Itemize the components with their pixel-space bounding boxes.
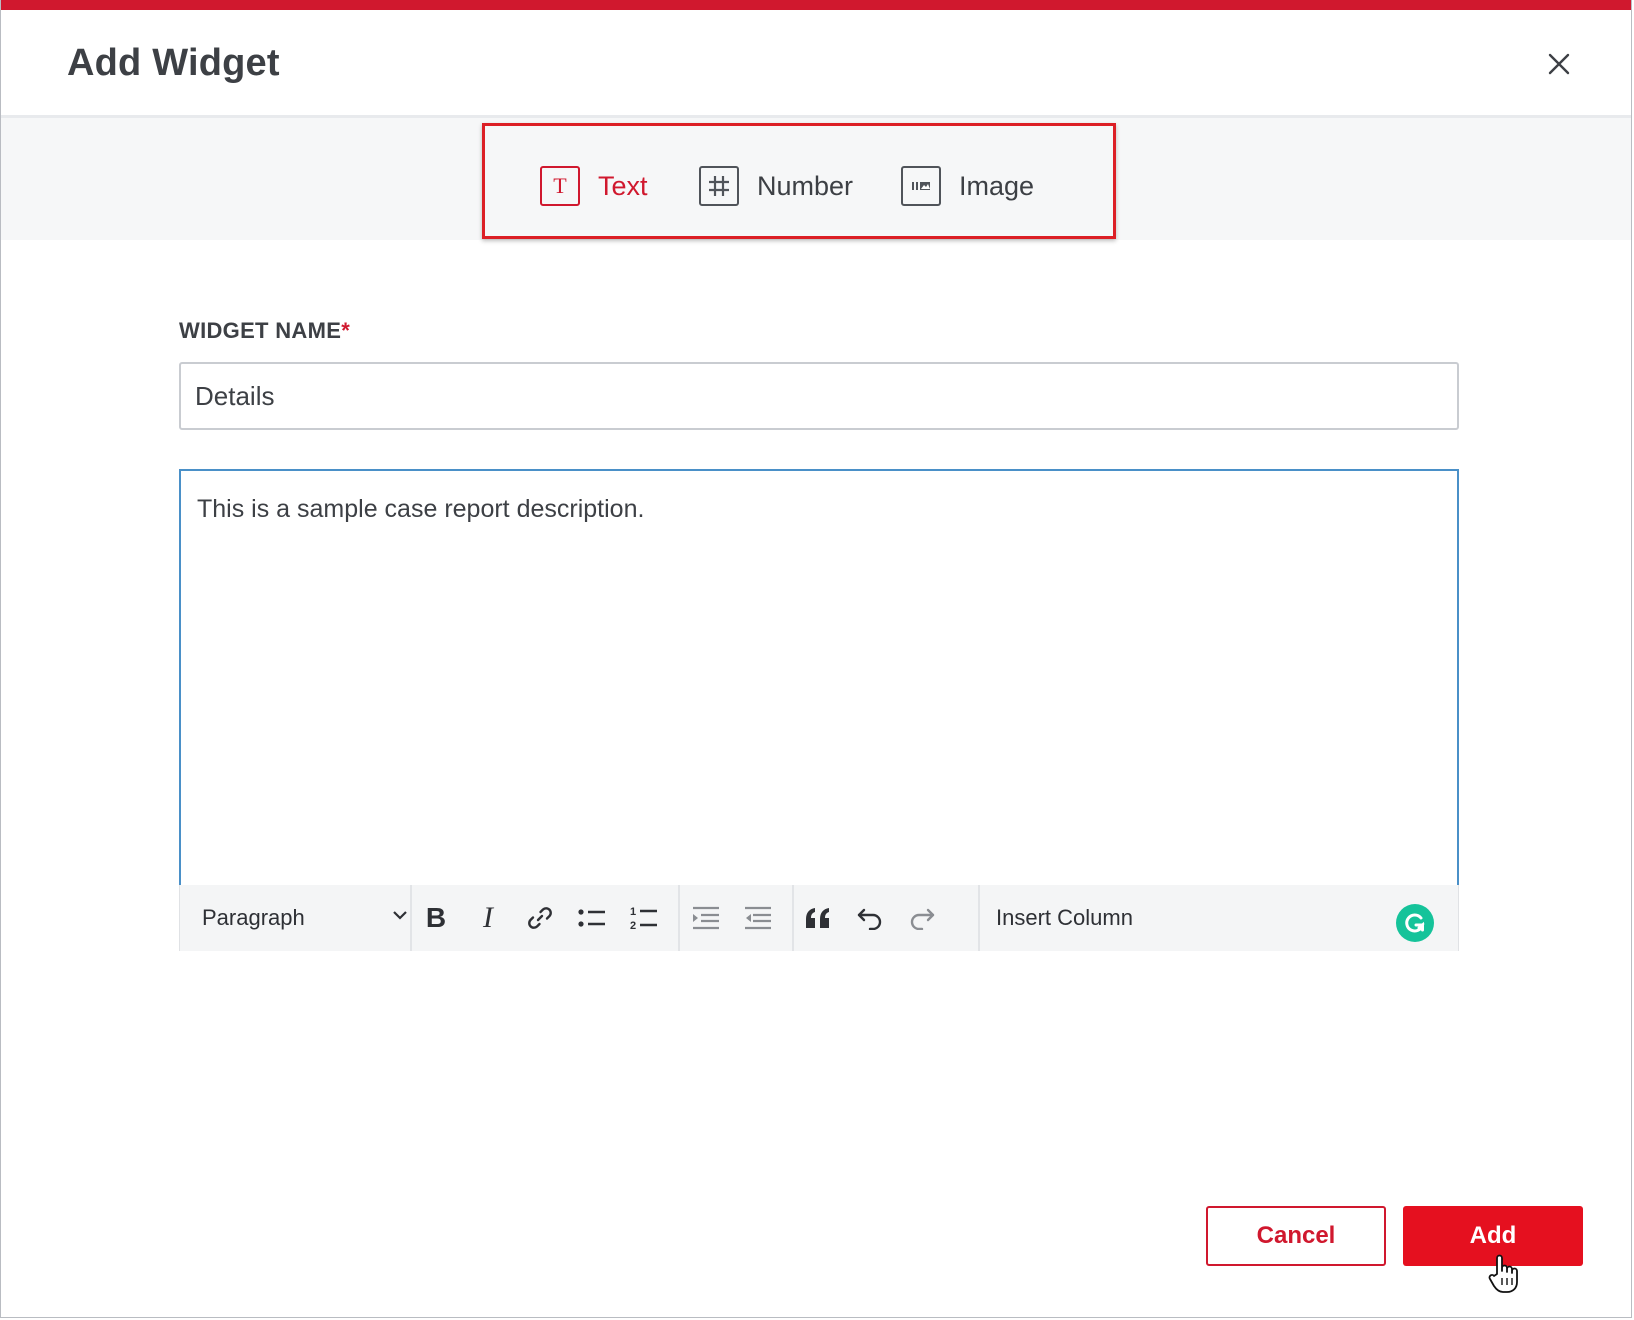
redo-button[interactable]: [902, 898, 942, 938]
hand-cursor-icon: [1488, 1254, 1518, 1293]
redo-icon: [910, 908, 935, 930]
indent-icon: [745, 906, 771, 930]
chevron-down-icon: [393, 911, 407, 920]
widget-type-number[interactable]: Number: [699, 166, 853, 206]
outdent-icon: [693, 906, 719, 930]
insert-column-button[interactable]: Insert Column: [996, 905, 1133, 931]
italic-icon: I: [483, 901, 493, 934]
toolbar-divider: [410, 885, 412, 951]
description-editor[interactable]: This is a sample case report description…: [179, 469, 1459, 885]
link-icon: [528, 907, 552, 929]
svg-text:2: 2: [630, 920, 636, 932]
widget-name-label: WIDGET NAME*: [179, 318, 351, 343]
block-format-value: Paragraph: [202, 905, 305, 930]
bulleted-list-icon: [578, 909, 605, 927]
widget-name-input[interactable]: [179, 362, 1459, 430]
bold-icon: B: [425, 902, 447, 933]
accent-bar: [1, 0, 1631, 10]
widget-type-image[interactable]: Image: [901, 166, 1034, 206]
blockquote-icon: [806, 908, 829, 928]
hash-icon: [699, 166, 739, 206]
widget-type-selector: T Text Number Image: [482, 123, 1116, 239]
numbered-list-button[interactable]: 1 2: [624, 898, 664, 938]
close-button[interactable]: [1537, 42, 1581, 86]
grammarly-icon: [1405, 913, 1425, 933]
undo-icon: [857, 908, 882, 930]
editor-content: This is a sample case report description…: [197, 495, 645, 523]
toolbar-divider: [678, 885, 680, 951]
add-widget-dialog: Add Widget T Text Number Image WIDGET NA…: [0, 0, 1632, 1318]
widget-type-number-label: Number: [757, 170, 854, 201]
svg-text:1: 1: [630, 906, 636, 918]
image-icon: [901, 166, 941, 206]
dialog-title: Add Widget: [67, 42, 280, 84]
bulleted-list-button[interactable]: [572, 898, 612, 938]
widget-type-text[interactable]: T Text: [540, 166, 648, 206]
grammarly-button[interactable]: [1396, 904, 1434, 942]
block-format-select[interactable]: Paragraph: [202, 885, 407, 951]
blockquote-button[interactable]: [798, 898, 838, 938]
editor-toolbar: Paragraph B I 1 2 Insert Column: [179, 885, 1459, 951]
close-icon: [1548, 53, 1570, 75]
link-button[interactable]: [520, 898, 560, 938]
numbered-list-icon: 1 2: [630, 906, 657, 932]
widget-type-image-label: Image: [959, 170, 1035, 201]
outdent-button[interactable]: [686, 898, 726, 938]
undo-button[interactable]: [850, 898, 890, 938]
cancel-button[interactable]: Cancel: [1206, 1206, 1386, 1266]
required-mark: *: [341, 318, 351, 343]
widget-type-text-label: Text: [598, 170, 648, 201]
bold-button[interactable]: B: [416, 898, 456, 938]
toolbar-divider: [792, 885, 794, 951]
toolbar-divider: [978, 885, 980, 951]
indent-button[interactable]: [738, 898, 778, 938]
text-type-icon: T: [540, 166, 580, 206]
italic-button[interactable]: I: [468, 898, 508, 938]
